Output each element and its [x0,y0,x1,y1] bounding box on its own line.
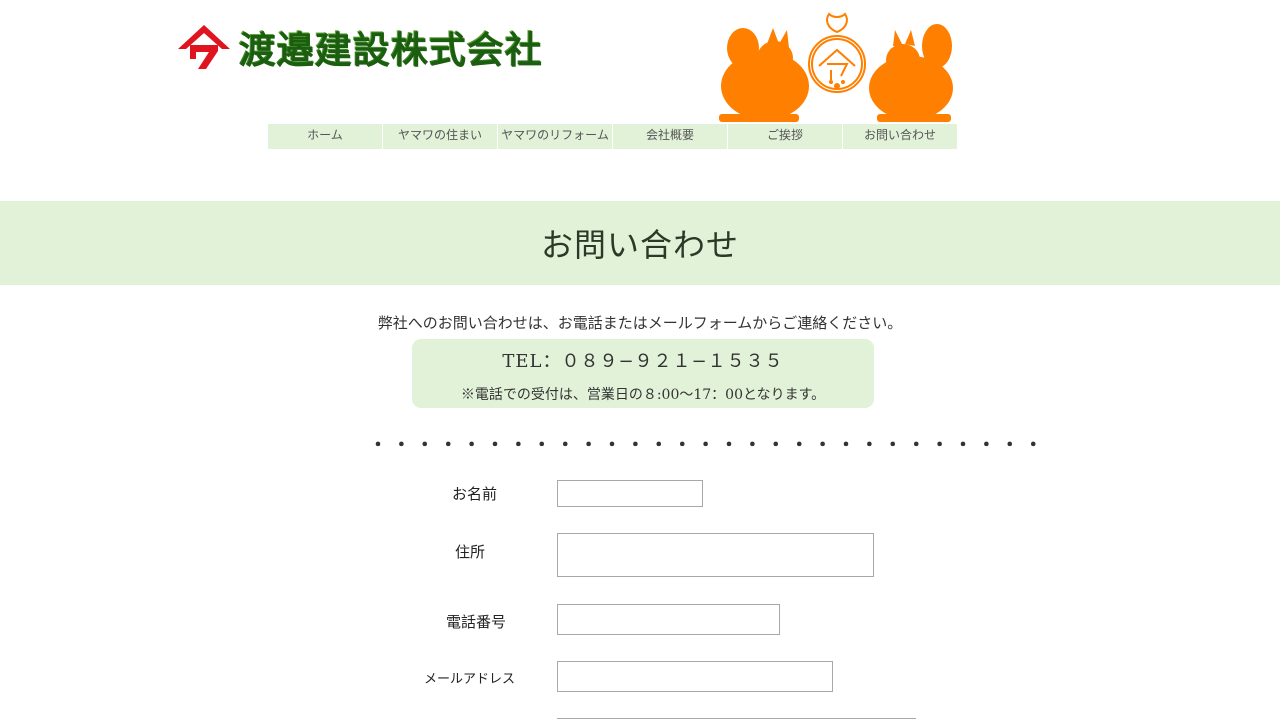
next-field-edge[interactable] [557,718,916,719]
squirrel-emblem-icon [715,6,959,124]
phone-label: 電話番号 [446,613,507,631]
tel-note: ※電話での受付は、営業日の８:00〜17：00となります。 [460,387,826,403]
company-name: 渡邉建設株式会社 [238,19,542,73]
email-label: メールアドレス [424,672,516,687]
nav-item-reform[interactable]: ヤマワのリフォーム [498,124,613,149]
nav-item-home[interactable]: ホーム [268,124,383,149]
address-label: 住所 [455,543,486,561]
logo-mark-icon [176,21,232,71]
phone-input[interactable] [557,604,780,635]
email-input[interactable] [557,661,833,692]
tel-box: TEL：０８９−９２１−１５３５ ※電話での受付は、営業日の８:00〜17：00… [412,339,874,408]
nav-item-company[interactable]: 会社概要 [613,124,728,149]
address-textarea[interactable] [557,533,874,577]
company-logo[interactable]: 渡邉建設株式会社 [176,14,586,78]
intro-text: 弊社へのお問い合わせは、お電話またはメールフォームからご連絡ください。 [377,314,903,332]
main-nav: ホーム ヤマワの住まい ヤマワのリフォーム 会社概要 ご挨拶 お問い合わせ [268,124,957,149]
contact-page: 渡邉建設株式会社 ホーム ヤマワの住まい ヤマワのリフォーム 会社概要 ご挨拶 … [0,0,1280,720]
nav-item-contact[interactable]: お問い合わせ [843,124,957,149]
dotted-divider: ・・・・・・・・・・・・・・・・・・・・・・・・・・・・・ [369,435,1048,456]
nav-item-greeting[interactable]: ご挨拶 [728,124,843,149]
page-title: お問い合わせ [540,226,739,264]
name-input[interactable] [557,480,703,507]
page-title-band: お問い合わせ [0,201,1280,285]
tel-number: TEL：０８９−９２１−１５３５ [502,351,784,372]
name-label: お名前 [452,485,498,503]
nav-item-homes[interactable]: ヤマワの住まい [383,124,498,149]
